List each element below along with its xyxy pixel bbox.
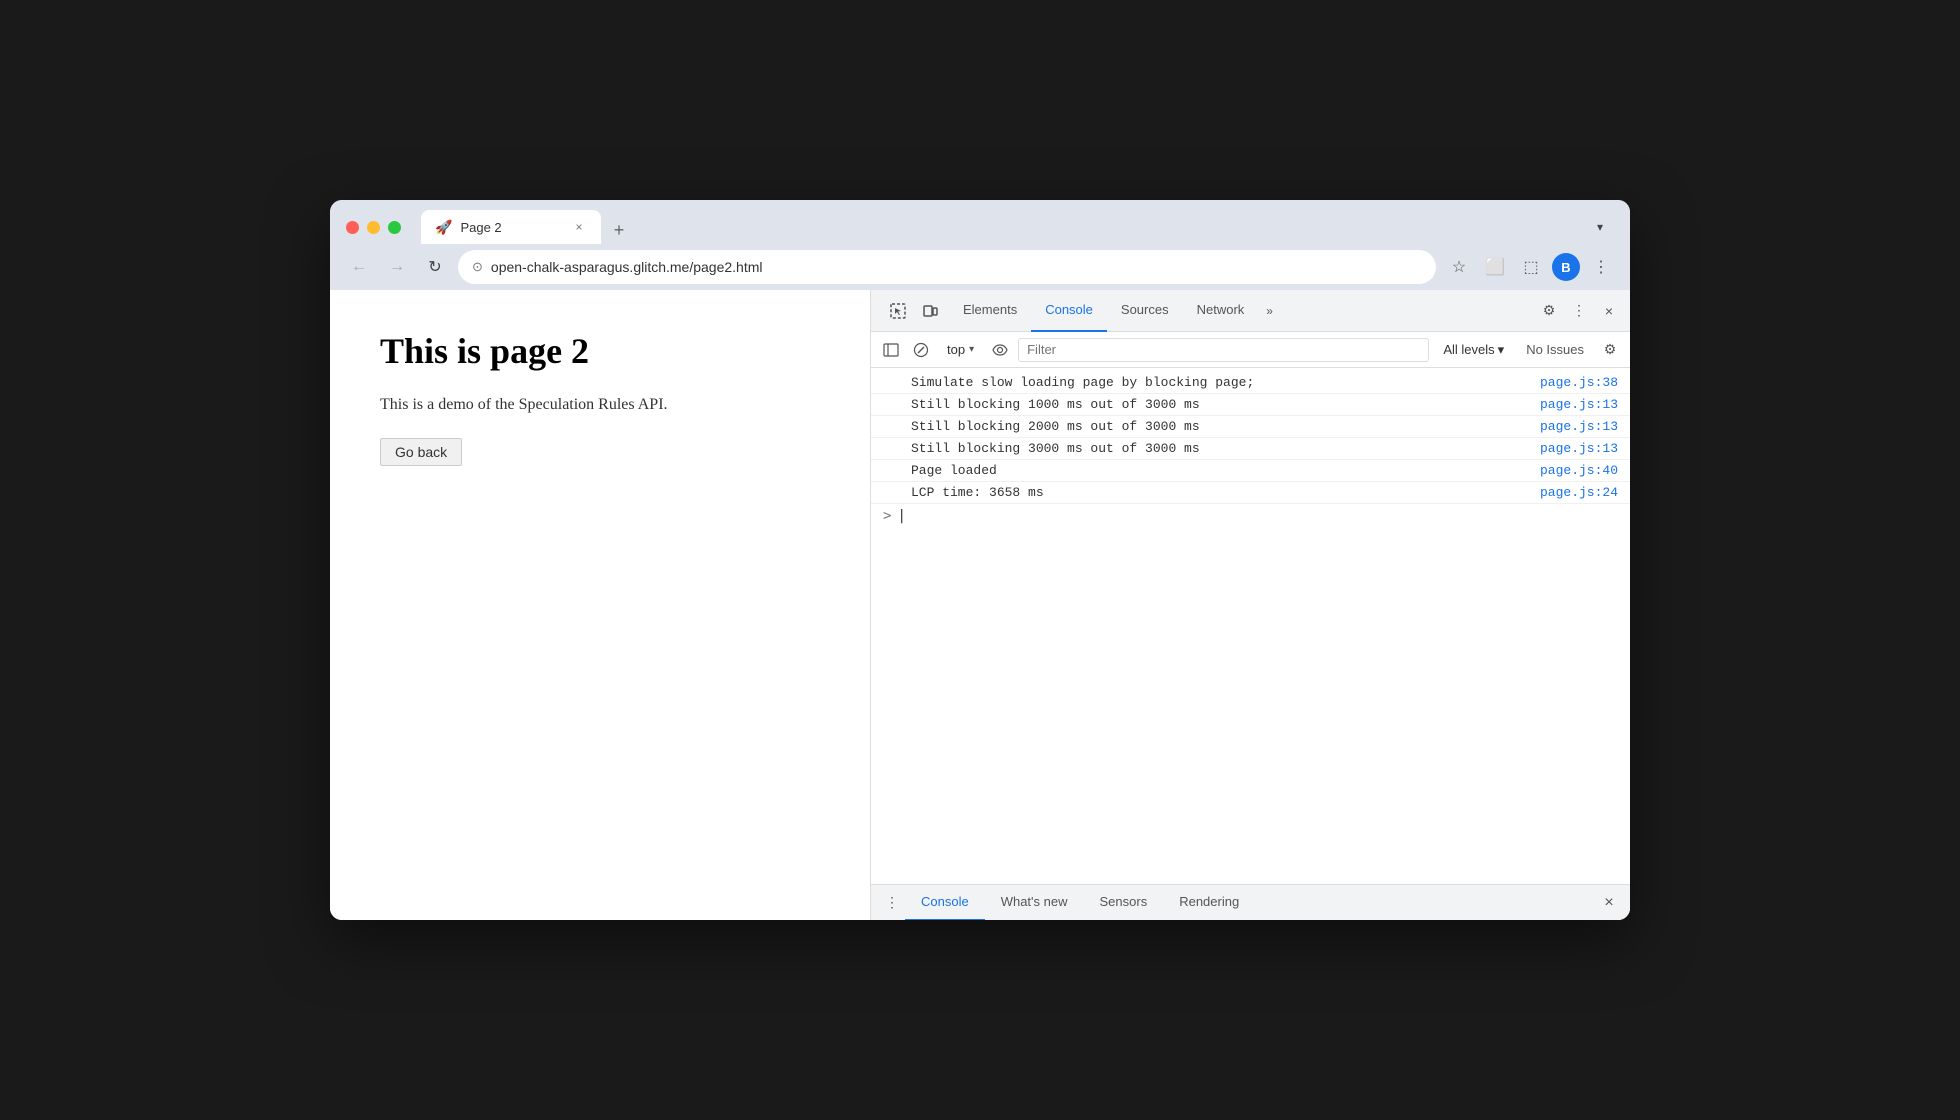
go-back-button[interactable]: Go back	[380, 438, 462, 466]
bottom-tab-rendering[interactable]: Rendering	[1163, 885, 1255, 921]
minimize-window-button[interactable]	[367, 221, 380, 234]
console-line-link[interactable]: page.js:40	[1540, 463, 1618, 478]
back-button[interactable]: ←	[344, 252, 374, 282]
devtools-toolbar-icons	[879, 298, 949, 324]
tab-title: Page 2	[460, 220, 501, 235]
console-line: Simulate slow loading page by blocking p…	[871, 372, 1630, 394]
console-level-chevron: ▾	[1498, 342, 1505, 358]
console-line-text: Still blocking 3000 ms out of 3000 ms	[911, 441, 1524, 456]
console-context-selector[interactable]: top ▾	[939, 340, 982, 359]
profile-button[interactable]: B	[1552, 253, 1580, 281]
console-line-link[interactable]: page.js:24	[1540, 485, 1618, 500]
console-context-chevron: ▾	[969, 344, 974, 355]
console-level-selector[interactable]: All levels ▾	[1435, 340, 1512, 360]
console-input-cursor[interactable]: |	[897, 508, 905, 524]
console-line-text: Still blocking 1000 ms out of 3000 ms	[911, 397, 1524, 412]
console-clear-button[interactable]	[909, 338, 933, 362]
bottom-tab-console[interactable]: Console	[905, 885, 985, 921]
tab-close-button[interactable]: ×	[571, 219, 587, 235]
maximize-window-button[interactable]	[388, 221, 401, 234]
console-context-label: top	[947, 342, 965, 357]
console-input-line: > |	[871, 504, 1630, 528]
console-line: Still blocking 2000 ms out of 3000 ms pa…	[871, 416, 1630, 438]
bottom-close-button[interactable]: ×	[1596, 890, 1622, 916]
devtools-tab-bar: Elements Console Sources Network » ⚙ ⋮ ×	[871, 290, 1630, 332]
console-line: Page loaded page.js:40	[871, 460, 1630, 482]
bottom-tab-sensors[interactable]: Sensors	[1084, 885, 1164, 921]
console-line-text: Page loaded	[911, 463, 1524, 478]
tab-sources[interactable]: Sources	[1107, 290, 1183, 332]
tab-favicon: 🚀	[435, 219, 452, 236]
reload-button[interactable]: ↻	[420, 252, 450, 282]
devtools-close-button[interactable]: ×	[1596, 298, 1622, 324]
console-filter-input[interactable]	[1018, 338, 1429, 362]
devtools-more-options-button[interactable]: ⋮	[1566, 298, 1592, 324]
tab-bar: 🚀 Page 2 × +	[421, 210, 1574, 244]
console-line-link[interactable]: page.js:38	[1540, 375, 1618, 390]
bookmark-button[interactable]: ☆	[1444, 252, 1474, 282]
extension-button[interactable]: ⬜	[1480, 252, 1510, 282]
bottom-menu-button[interactable]: ⋮	[879, 890, 905, 916]
console-line-text: Still blocking 2000 ms out of 3000 ms	[911, 419, 1524, 434]
page-title: This is page 2	[380, 330, 820, 372]
tab-elements[interactable]: Elements	[949, 290, 1031, 332]
forward-button[interactable]: →	[382, 252, 412, 282]
bottom-tab-whats-new[interactable]: What's new	[985, 885, 1084, 921]
devtools-settings-button[interactable]: ⚙	[1536, 298, 1562, 324]
console-issues-label: No Issues	[1518, 340, 1592, 359]
address-bar[interactable]: ⊙ open-chalk-asparagus.glitch.me/page2.h…	[458, 250, 1436, 284]
console-line-link[interactable]: page.js:13	[1540, 419, 1618, 434]
console-line-link[interactable]: page.js:13	[1540, 397, 1618, 412]
devtools-tab-list: Elements Console Sources Network »	[949, 290, 1536, 332]
console-toolbar: top ▾ All levels ▾ No Issues ⚙	[871, 332, 1630, 368]
devtools-bottom-bar: ⋮ Console What's new Sensors Rendering ×	[871, 884, 1630, 920]
console-line-text: Simulate slow loading page by blocking p…	[911, 375, 1524, 390]
traffic-lights	[346, 221, 401, 234]
chrome-menu-button[interactable]: ⋮	[1586, 252, 1616, 282]
title-bar: 🚀 Page 2 × + ▾	[330, 200, 1630, 244]
cast-button[interactable]: ⬚	[1516, 252, 1546, 282]
new-tab-button[interactable]: +	[605, 216, 633, 244]
close-window-button[interactable]	[346, 221, 359, 234]
inspect-element-icon[interactable]	[885, 298, 911, 324]
bottom-tab-list: Console What's new Sensors Rendering	[905, 885, 1596, 921]
console-line: Still blocking 3000 ms out of 3000 ms pa…	[871, 438, 1630, 460]
console-line: Still blocking 1000 ms out of 3000 ms pa…	[871, 394, 1630, 416]
console-line-text: LCP time: 3658 ms	[911, 485, 1524, 500]
console-line: LCP time: 3658 ms page.js:24	[871, 482, 1630, 504]
console-eye-button[interactable]	[988, 338, 1012, 362]
page-description: This is a demo of the Speculation Rules …	[380, 396, 820, 414]
tab-console[interactable]: Console	[1031, 290, 1107, 332]
browser-window: 🚀 Page 2 × + ▾ ← → ↻ ⊙ open-chalk-aspara…	[330, 200, 1630, 920]
page-content: This is page 2 This is a demo of the Spe…	[330, 290, 870, 920]
tab-network[interactable]: Network	[1183, 290, 1259, 332]
active-tab[interactable]: 🚀 Page 2 ×	[421, 210, 601, 244]
tab-dropdown-button[interactable]: ▾	[1586, 213, 1614, 241]
content-area: This is page 2 This is a demo of the Spe…	[330, 290, 1630, 920]
console-line-link[interactable]: page.js:13	[1540, 441, 1618, 456]
console-level-label: All levels	[1443, 342, 1494, 357]
nav-actions: ☆ ⬜ ⬚ B ⋮	[1444, 252, 1616, 282]
device-toolbar-icon[interactable]	[917, 298, 943, 324]
console-sidebar-button[interactable]	[879, 338, 903, 362]
console-prompt: >	[883, 508, 891, 524]
more-tabs-button[interactable]: »	[1258, 304, 1281, 318]
devtools-tab-actions: ⚙ ⋮ ×	[1536, 298, 1622, 324]
console-settings-button[interactable]: ⚙	[1598, 338, 1622, 362]
nav-bar: ← → ↻ ⊙ open-chalk-asparagus.glitch.me/p…	[330, 244, 1630, 290]
security-icon: ⊙	[472, 259, 483, 275]
url-text: open-chalk-asparagus.glitch.me/page2.htm…	[491, 259, 1422, 275]
devtools-panel: Elements Console Sources Network » ⚙ ⋮ ×	[870, 290, 1630, 920]
console-output: Simulate slow loading page by blocking p…	[871, 368, 1630, 884]
